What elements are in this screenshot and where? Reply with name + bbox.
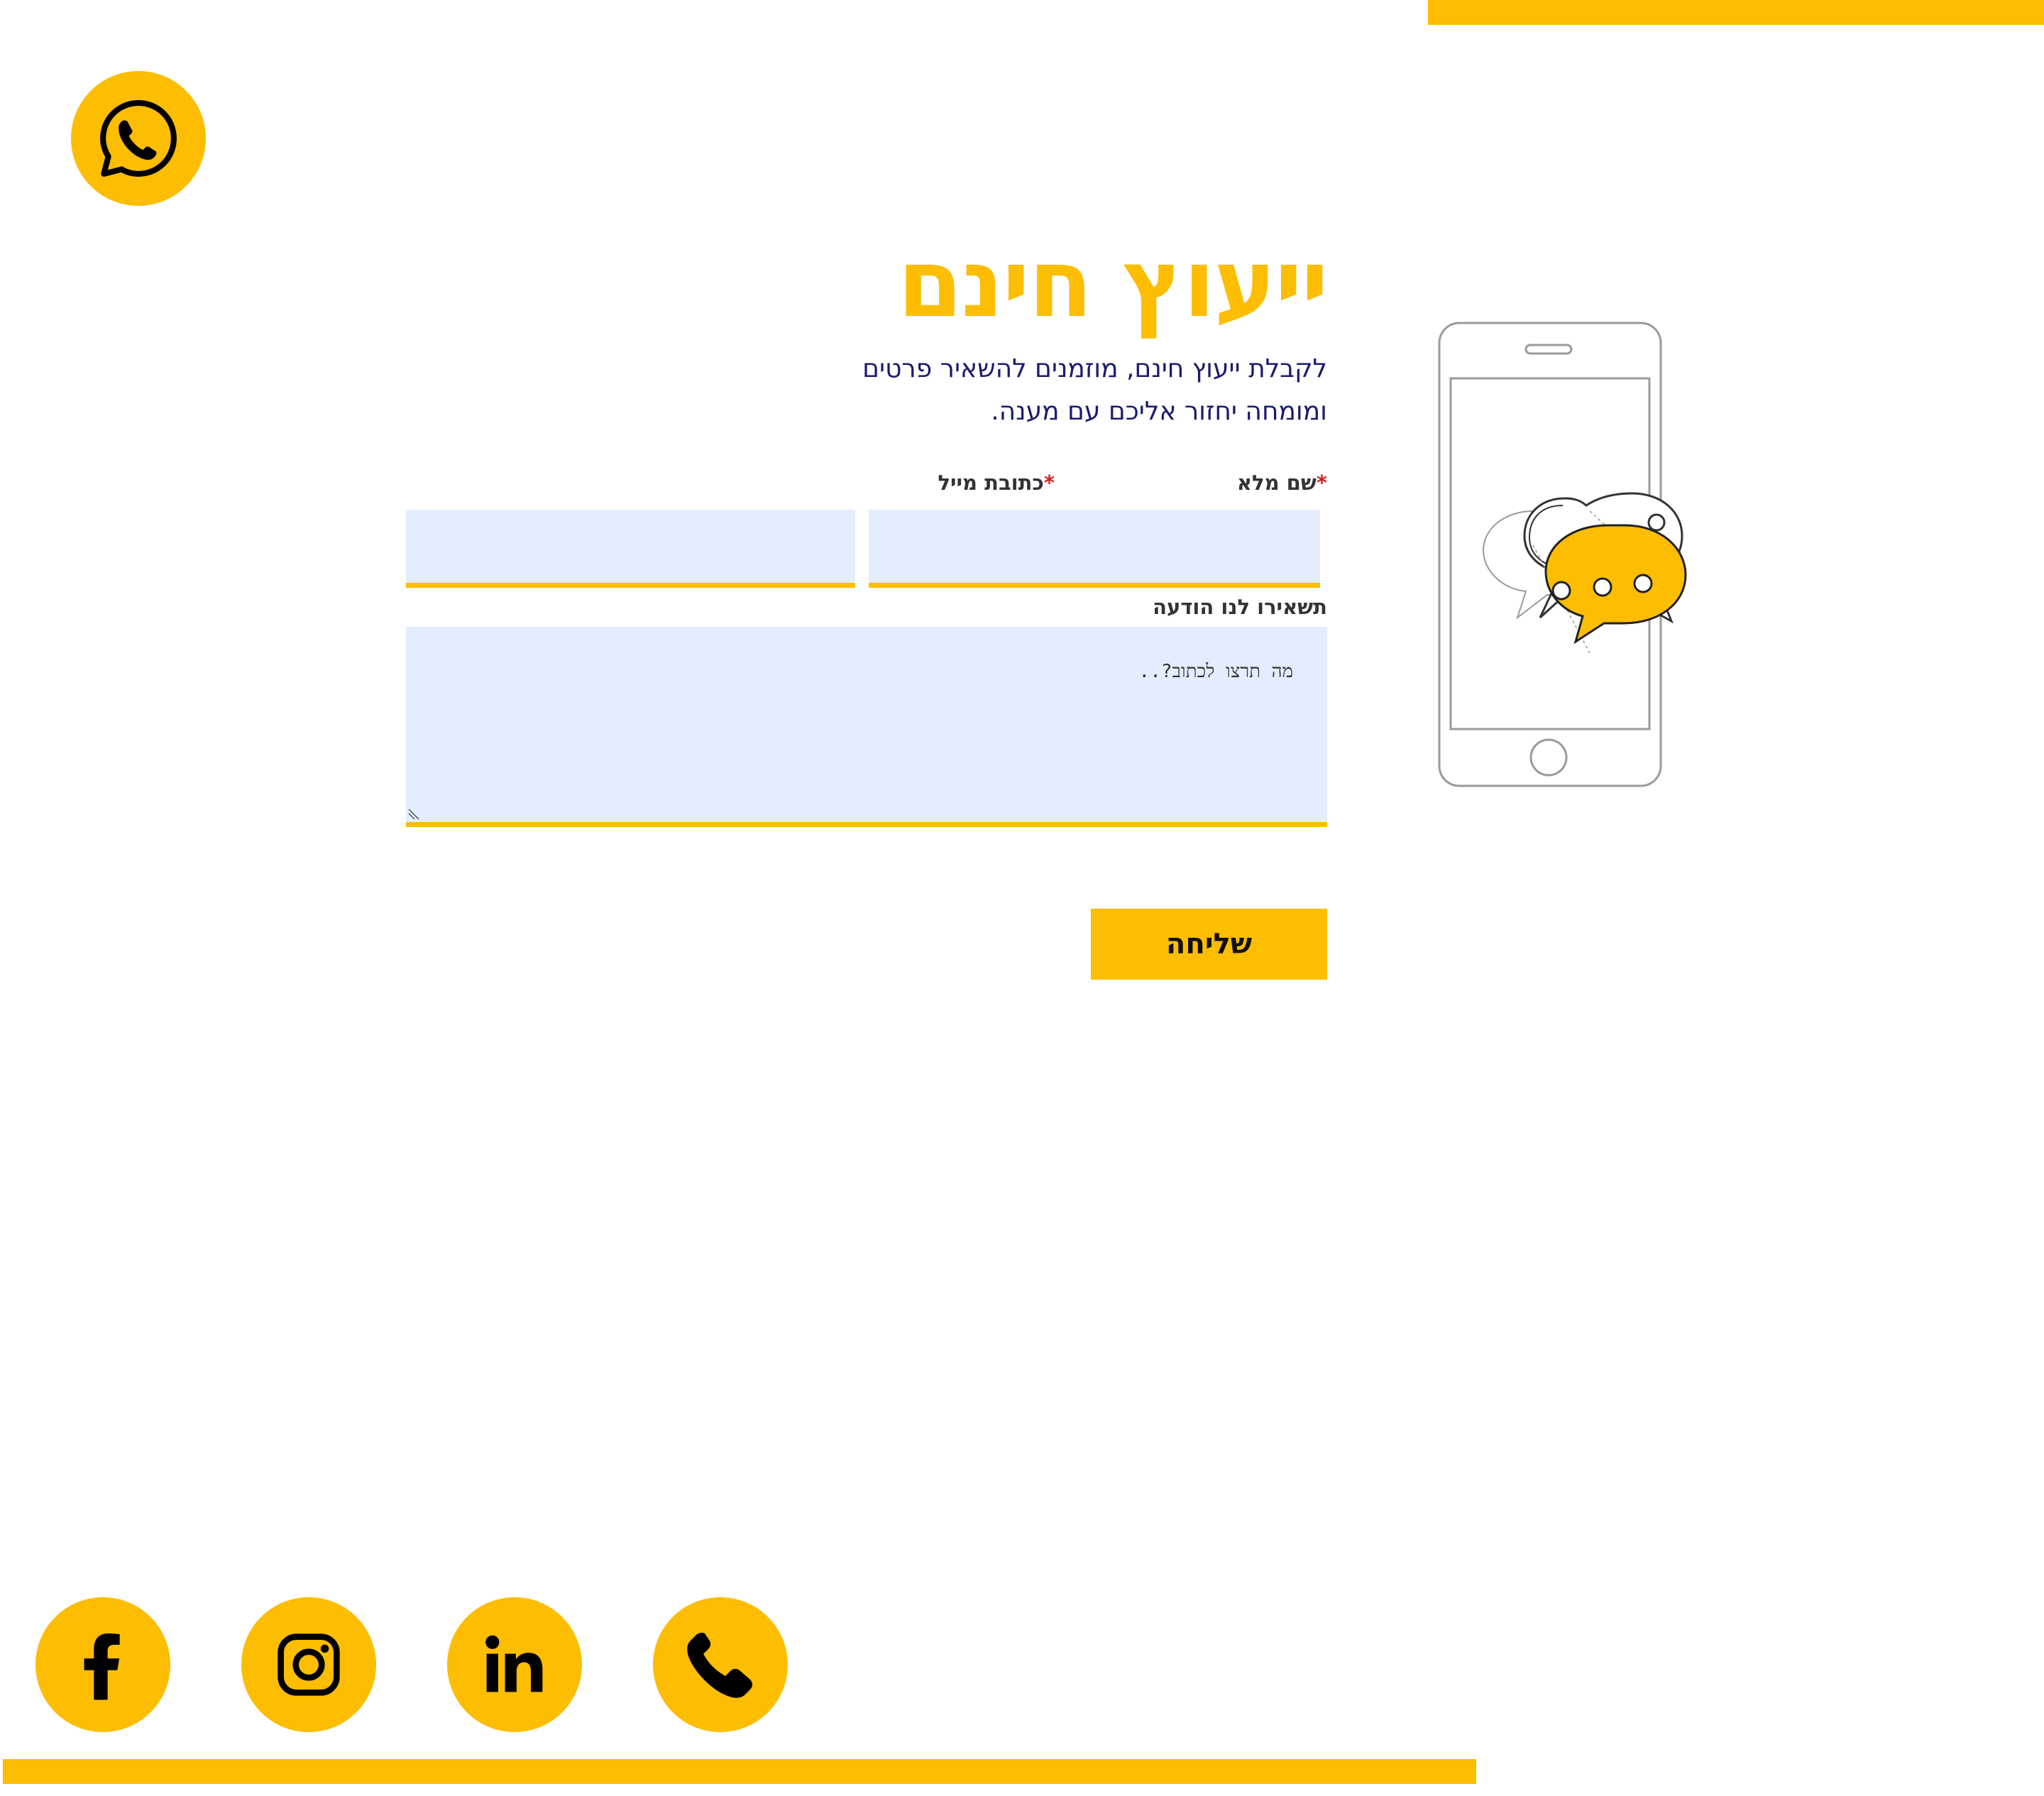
- email-label: *כתובת מייל: [938, 469, 1055, 497]
- whatsapp-icon: [100, 100, 177, 177]
- submit-button[interactable]: שליחה: [1091, 909, 1327, 980]
- whatsapp-button[interactable]: [71, 71, 206, 206]
- instagram-button[interactable]: [241, 1597, 376, 1732]
- message-textarea[interactable]: [406, 627, 1327, 827]
- message-label: תשאירו לנו הודעה: [1153, 595, 1327, 619]
- bottom-accent-bar: [3, 1759, 1476, 1784]
- required-mark: *: [1316, 471, 1327, 495]
- top-accent-bar: [1428, 0, 2044, 25]
- linkedin-button[interactable]: [447, 1597, 582, 1732]
- name-label: *שם מלא: [1237, 469, 1327, 497]
- name-label-text: שם מלא: [1236, 471, 1317, 495]
- resize-grip-icon[interactable]: [407, 808, 420, 821]
- phone-icon: [687, 1633, 752, 1698]
- phone-chat-bubbles-illustration: [1438, 322, 1687, 787]
- full-name-field[interactable]: [869, 510, 1320, 588]
- page-subtitle: לקבלת ייעוץ חינם, מוזמנים להשאיר פרטים ו…: [862, 354, 1327, 426]
- required-mark: *: [1043, 471, 1055, 495]
- phone-button[interactable]: [653, 1597, 788, 1732]
- linkedin-icon: [485, 1635, 543, 1692]
- email-label-text: כתובת מייל: [938, 471, 1044, 495]
- email-field[interactable]: [406, 510, 855, 588]
- instagram-icon: [278, 1633, 340, 1696]
- facebook-button[interactable]: [35, 1597, 170, 1732]
- page-title: ייעוץ חינם: [897, 229, 1329, 339]
- facebook-icon: [84, 1633, 120, 1700]
